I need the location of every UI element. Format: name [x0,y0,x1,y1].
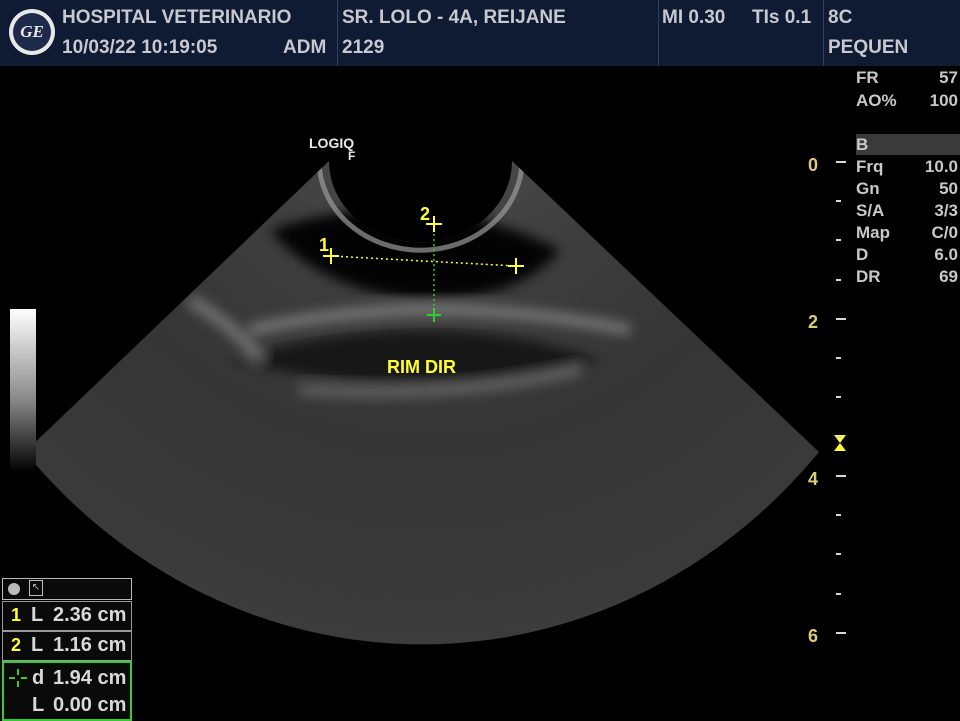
record-icon[interactable] [8,583,20,595]
image-annotation: RIM DIR [387,357,456,377]
measurement-number: 2 [11,635,22,655]
depth-tick-major [836,632,846,634]
depth-tick-major [836,161,846,163]
depth-tick [836,357,841,359]
param-label: AO% [856,91,897,110]
measurement-value: 1.16 cm [53,634,127,656]
param-frq: Frq 10.0 [856,157,958,177]
measurement-value: 2.36 cm [53,604,127,626]
param-value: 10.0 [924,157,958,176]
param-value: 69 [939,267,958,286]
active-measurement[interactable]: d 1.94 cm L 0.00 cm [2,661,132,721]
scan-sector [25,161,819,645]
param-label: Map [856,223,890,242]
param-value: 57 [939,68,958,87]
param-label: S/A [856,201,885,220]
depth-tick [836,514,841,516]
measurement-value: 1.94 cm [53,667,127,689]
param-value: 6.0 [934,245,958,264]
depth-tick [836,553,841,555]
param-gain: Gn 50 [856,179,958,199]
depth-tick [836,593,841,595]
param-dr: DR 69 [856,267,958,287]
measurement-row-1[interactable]: 1 L 2.36 cm [2,601,132,631]
measurement-row-2[interactable]: 2 L 1.16 cm [2,631,132,661]
depth-label: 2 [808,312,819,332]
cursor-icon[interactable]: ↖ [29,580,43,596]
depth-tick [836,396,841,398]
depth-label: 6 [808,626,819,646]
depth-tick [836,436,841,438]
measurement-type: L [32,694,45,716]
depth-label: 4 [808,469,819,489]
caliper-2-label: 2 [420,204,431,224]
param-value: 3/3 [934,201,958,220]
param-label: DR [856,267,881,286]
param-fr: FR 57 [856,68,958,88]
ultrasound-image [25,161,846,645]
mode-header: B [856,134,960,155]
param-value: C/0 [931,223,958,242]
measurement-type: d [32,667,45,689]
probe-orientation-sub: F [348,149,356,163]
depth-tick [836,239,841,241]
param-map: Map C/0 [856,223,958,243]
measurement-value: 0.00 cm [53,694,127,716]
param-label: Gn [856,179,880,198]
depth-tick-major [836,318,846,320]
depth-label: 0 [808,155,819,175]
measurement-type: L [31,604,44,626]
measurement-type: L [31,634,44,656]
mode-label: B [856,135,869,154]
param-value: 100 [929,91,958,110]
measurement-toolbar[interactable]: ↖ [2,578,132,600]
grayscale-bar [10,309,36,472]
param-value: 50 [939,179,958,198]
measurement-number: 1 [11,605,22,625]
cursor-cross-icon [9,669,27,687]
depth-tick [836,200,841,202]
depth-tick [836,279,841,281]
param-label: FR [856,68,879,87]
param-label: Frq [856,157,884,176]
param-depth: D 6.0 [856,245,958,265]
param-ao: AO% 100 [856,91,958,111]
param-label: D [856,245,869,264]
caliper-1-label: 1 [319,235,330,255]
depth-tick-major [836,475,846,477]
param-sa: S/A 3/3 [856,201,958,221]
